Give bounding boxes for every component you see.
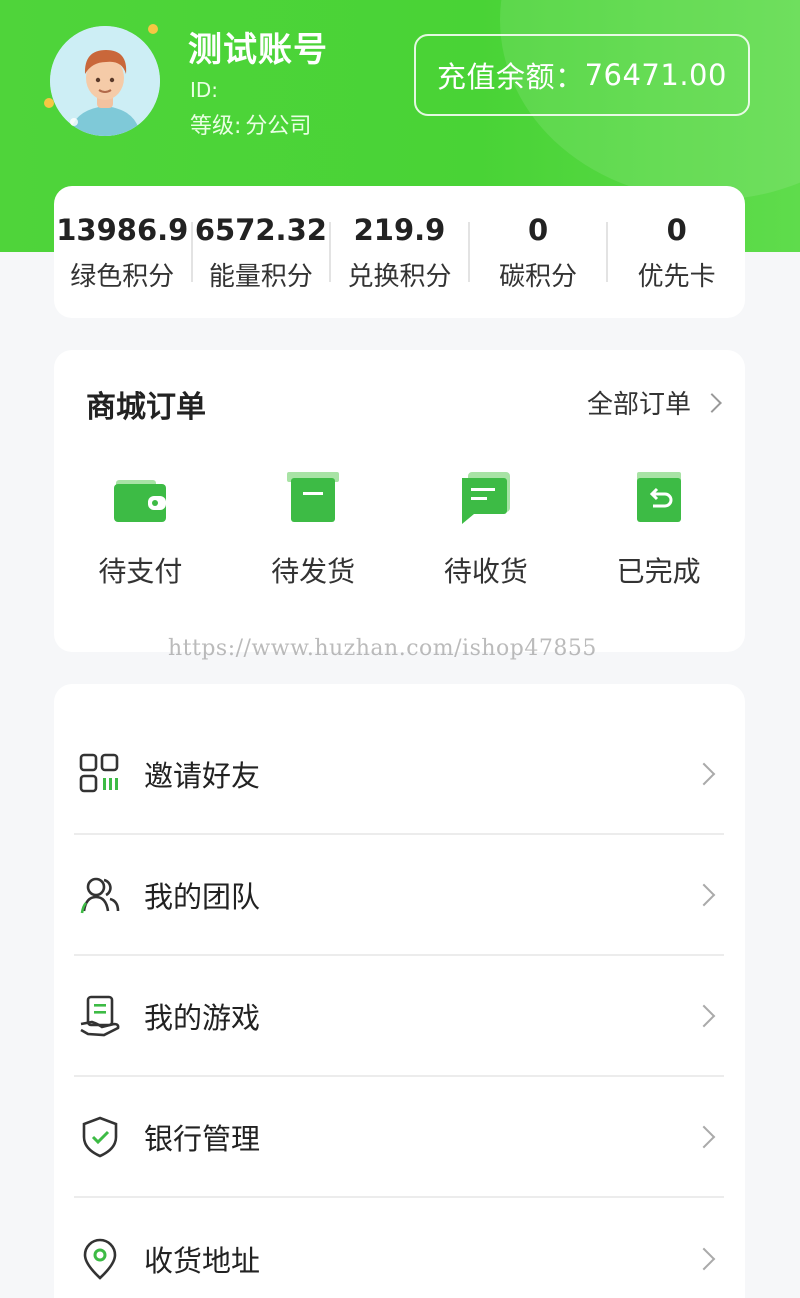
menu-card: 邀请好友 我的团队 我的游戏 银行管理 收货地址	[54, 684, 745, 1298]
menu-item-shipping-address[interactable]: 收货地址	[74, 1198, 724, 1298]
qrcode-icon	[78, 752, 122, 796]
all-orders-label: 全部订单	[586, 390, 691, 420]
sparkle-dot	[70, 118, 78, 126]
order-status-pending-receipt[interactable]: 待收货	[400, 470, 573, 592]
location-icon	[78, 1237, 122, 1281]
order-status-label: 待收货	[443, 555, 528, 588]
menu-label: 我的团队	[144, 879, 261, 914]
stat-label: 兑换积分	[347, 262, 452, 292]
stat-label: 优先卡	[637, 262, 716, 292]
order-status-label: 待发货	[271, 555, 356, 588]
stat-exchange-points[interactable]: 219.9 兑换积分	[331, 210, 468, 294]
stat-value: 0	[527, 213, 549, 247]
stat-label: 能量积分	[208, 262, 313, 292]
message-icon	[458, 470, 514, 526]
menu-label: 邀请好友	[144, 758, 261, 793]
stat-value: 6572.32	[194, 213, 327, 247]
stat-value: 219.9	[353, 213, 446, 247]
points-stats-card: 13986.9 绿色积分 6572.32 能量积分 219.9 兑换积分 0 碳…	[54, 186, 745, 318]
menu-label: 银行管理	[144, 1121, 261, 1156]
chevron-right-icon	[692, 1247, 716, 1270]
stat-value: 0	[666, 213, 687, 247]
username: 测试账号	[188, 30, 328, 70]
orders-title: 商城订单	[86, 390, 206, 425]
stat-energy-points[interactable]: 6572.32 能量积分	[193, 210, 330, 294]
return-icon	[631, 470, 687, 526]
avatar[interactable]	[50, 26, 160, 136]
box-icon	[285, 470, 341, 526]
chevron-right-icon	[692, 1004, 716, 1027]
level-label: 等级:	[190, 114, 242, 139]
order-status-label: 已完成	[616, 555, 701, 588]
menu-item-my-games[interactable]: 我的游戏	[74, 956, 724, 1077]
order-status-pending-payment[interactable]: 待支付	[54, 470, 227, 592]
order-status-completed[interactable]: 已完成	[572, 470, 745, 592]
order-status-label: 待支付	[98, 555, 183, 588]
shield-check-icon	[78, 1115, 122, 1159]
menu-item-invite-friends[interactable]: 邀请好友	[74, 714, 724, 835]
stat-carbon-points[interactable]: 0 碳积分	[470, 210, 607, 294]
chevron-right-icon	[692, 1125, 716, 1148]
balance-value: 76471.00	[584, 58, 727, 92]
user-id: ID:	[190, 78, 219, 102]
game-icon	[78, 994, 122, 1038]
menu-label: 我的游戏	[144, 1000, 261, 1035]
stat-value: 13986.9	[56, 213, 189, 247]
user-level: 等级: 分公司	[190, 108, 311, 140]
stat-green-points[interactable]: 13986.9 绿色积分	[54, 210, 191, 294]
balance-label: 充值余额：	[437, 60, 585, 94]
chevron-right-icon	[692, 883, 716, 906]
menu-label: 收货地址	[144, 1243, 261, 1278]
order-status-list: 待支付 待发货 待收货 已完成	[54, 470, 745, 592]
chevron-right-icon	[692, 762, 716, 785]
wallet-icon	[112, 470, 168, 526]
order-status-pending-shipment[interactable]: 待发货	[227, 470, 400, 592]
all-orders-link[interactable]: 全部订单	[586, 384, 722, 421]
watermark: https://www.huzhan.com/ishop47855	[168, 636, 597, 661]
chevron-right-icon	[702, 392, 722, 413]
menu-item-my-team[interactable]: 我的团队	[74, 835, 724, 956]
sparkle-dot	[148, 24, 158, 34]
stat-label: 绿色积分	[70, 262, 175, 292]
team-icon	[78, 873, 122, 917]
level-value: 分公司	[245, 114, 312, 139]
recharge-balance-button[interactable]: 充值余额： 76471.00	[414, 34, 750, 116]
mall-orders-card: 商城订单 全部订单 待支付 待发货 待收货 已完成	[54, 350, 745, 652]
stat-priority-card[interactable]: 0 优先卡	[608, 210, 745, 294]
sparkle-dot	[44, 98, 54, 108]
stat-label: 碳积分	[499, 262, 578, 292]
menu-item-bank-management[interactable]: 银行管理	[74, 1077, 724, 1198]
